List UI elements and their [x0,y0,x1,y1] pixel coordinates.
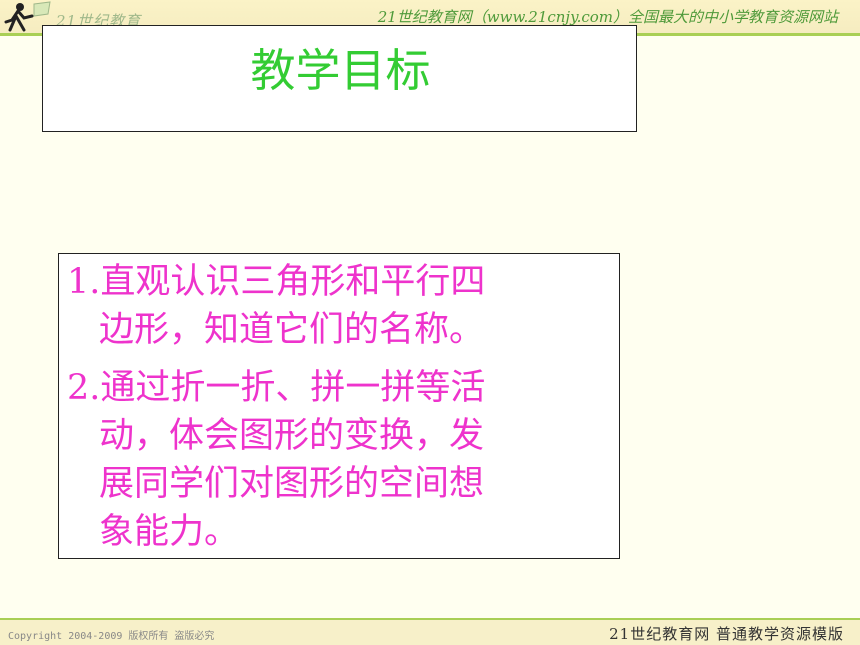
objective-2-line-2: 动，体会图形的变换，发 [99,416,485,456]
objective-2-line-3: 展同学们对图形的空间想 [99,464,485,504]
objective-1-line-2: 边形，知道它们的名称。 [99,310,485,350]
objective-item-2: 2.通过折一折、拼一拼等活 动，体会图形的变换，发 展同学们对图形的空间想 象能… [67,364,597,556]
objective-2-line-4: 象能力。 [99,512,240,552]
footer-brand-text: 21世纪教育网 普通教学资源模版 [609,625,844,643]
objective-2-line-1: 2.通过折一折、拼一拼等活 [67,368,486,408]
title-box: 教学目标 [42,25,637,132]
objective-1-line-1: 1.直观认识三角形和平行四 [67,262,486,302]
objective-item-1: 1.直观认识三角形和平行四 边形，知道它们的名称。 [67,258,597,354]
objectives-box: 1.直观认识三角形和平行四 边形，知道它们的名称。 2.通过折一折、拼一拼等活 … [58,253,620,559]
slide-title: 教学目标 [250,44,431,97]
header-slogan: 21世纪教育网（www.21cnjy.com）全国最大的中小学教育资源网站 [377,8,838,26]
copyright-text: Copyright 2004-2009 版权所有 盗版必究 [8,631,215,642]
